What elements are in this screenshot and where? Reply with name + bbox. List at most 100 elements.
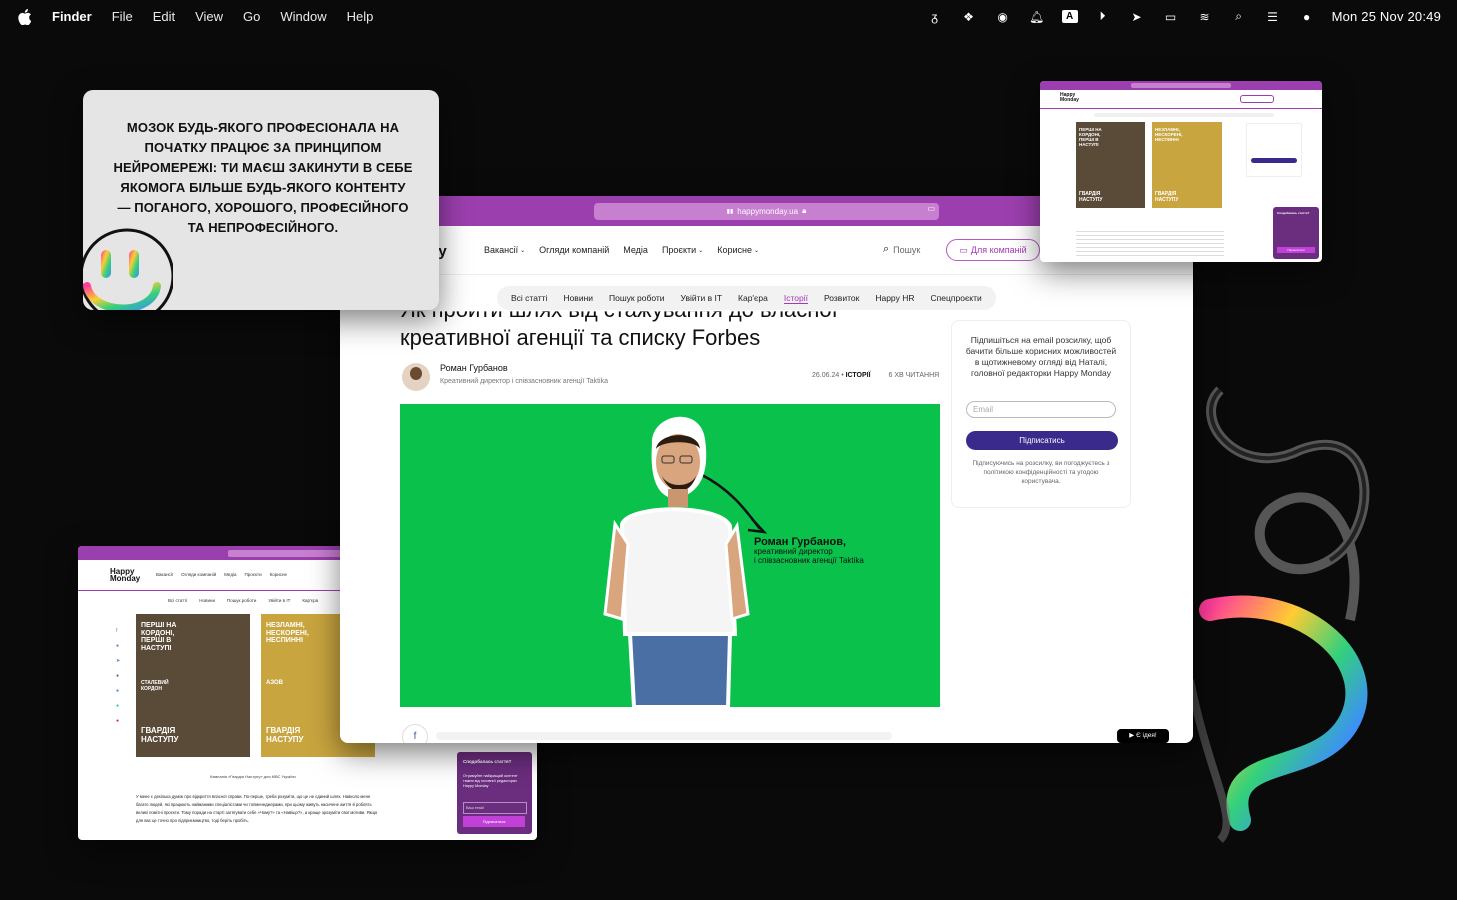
thumb-tab[interactable]: Новини: [199, 598, 215, 603]
bottom-bar: [436, 732, 892, 740]
nav-projects[interactable]: Проєкти: [662, 245, 696, 255]
thumb-tab[interactable]: Всі статті: [168, 598, 187, 603]
notification-icon[interactable]: 🔔︎: [1028, 10, 1046, 24]
popup-text: Отримуйте найкращий контент тижня від го…: [463, 774, 518, 788]
tab-career[interactable]: Кар'єра: [738, 293, 768, 303]
tab-job-search[interactable]: Пошук роботи: [609, 293, 665, 303]
hero-name: Роман Гурбанов,: [754, 536, 847, 548]
tab-all-articles[interactable]: Всі статті: [511, 293, 547, 303]
telegram-icon[interactable]: ➤: [116, 658, 120, 664]
popup-subscribe-button[interactable]: Підписатися: [463, 816, 525, 827]
article-paragraph: У мене є декілька думок про відкриття вл…: [136, 794, 378, 823]
siri-icon[interactable]: ●: [1298, 10, 1316, 24]
menu-edit[interactable]: Edit: [153, 9, 175, 24]
telegram-icon[interactable]: ➤: [1128, 10, 1146, 24]
play-icon[interactable]: ⏵: [1094, 9, 1112, 24]
popup-subscribe-button[interactable]: Підписатися: [1277, 247, 1315, 253]
for-companies-label: Для компаній: [970, 245, 1027, 255]
thumb-tab[interactable]: Увійти в IT: [268, 598, 290, 603]
tab-enter-it[interactable]: Увійти в IT: [681, 293, 723, 303]
thumbnail-window-right[interactable]: Happy Monday ПЕРШІ НА КОРДОНІ, ПЕРШІ В Н…: [1040, 81, 1322, 262]
wifi-icon[interactable]: ≋: [1196, 10, 1214, 24]
battery-icon[interactable]: ▭: [1162, 10, 1180, 24]
megaphone-icon: ▶: [1129, 732, 1135, 739]
thumb-tabs: [1094, 113, 1274, 117]
newsletter-legal: Підписуючись на розсилку, ви погоджуєтес…: [972, 460, 1110, 485]
poster-image: ПЕРШІ НА КОРДОНІ, ПЕРШІ В НАСТУПІ ГВАРДІ…: [1076, 122, 1145, 208]
browser-window[interactable]: ▮▮ happymonday.ua 🔒︎ ▭ yay Вакансії⌄ Огл…: [340, 196, 1193, 743]
nav-company-reviews[interactable]: Огляди компаній: [539, 245, 609, 255]
tab-stories[interactable]: Історії: [783, 293, 808, 304]
hero-caption: Роман Гурбанов, креативний директор і сп…: [754, 536, 864, 566]
tab-happy-hr[interactable]: Happy HR: [875, 293, 914, 303]
tab-special-projects[interactable]: Спецпроєкти: [931, 293, 982, 303]
wallpaper-swirl: [1186, 386, 1370, 843]
poster-headline: ПЕРШІ НА КОРДОНІ, ПЕРШІ В НАСТУПІ: [141, 622, 177, 653]
menu-file[interactable]: File: [112, 9, 133, 24]
thumb-sidebar-button[interactable]: [1251, 158, 1297, 163]
image-caption: Кампанія «Гвардія Наступу» для МВС Украї…: [210, 774, 296, 779]
menu-finder[interactable]: Finder: [52, 9, 92, 24]
figma-icon[interactable]: ᵹ: [926, 10, 944, 24]
menu-go[interactable]: Go: [243, 9, 260, 24]
hero-image: Роман Гурбанов, креативний директор і сп…: [400, 404, 940, 707]
nav-vacancies[interactable]: Вакансії: [484, 245, 518, 255]
author-name[interactable]: Роман Гурбанов: [440, 363, 608, 373]
screen-record-icon[interactable]: ◉: [994, 10, 1012, 24]
thumb-tab[interactable]: Пошук роботи: [227, 598, 256, 603]
thumb-nav-item[interactable]: Проєкти: [244, 572, 261, 577]
briefcase-icon: ▭: [959, 244, 968, 255]
site-search[interactable]: ⌕ Пошук: [883, 243, 920, 256]
poster-image: НЕЗЛАМНІ, НЕСКОРЕНІ, НЕСПИННІ ГВАРДІЯ НА…: [1152, 122, 1222, 208]
article-author: Роман Гурбанов Креативний директор і спі…: [402, 363, 608, 391]
thumb-nav-item[interactable]: Огляди компаній: [181, 572, 216, 577]
twitter-icon[interactable]: ●: [116, 688, 120, 694]
popup-email-field[interactable]: Ваш email: [463, 802, 527, 814]
pocket-icon[interactable]: ●: [116, 718, 120, 724]
whatsapp-icon[interactable]: ●: [116, 703, 120, 709]
article-category[interactable]: ІСТОРІЇ: [846, 372, 871, 379]
subscribe-button[interactable]: Підписатись: [966, 431, 1118, 450]
nav-useful[interactable]: Корисне: [717, 245, 752, 255]
input-source-icon[interactable]: A: [1061, 10, 1078, 23]
quote-card[interactable]: МОЗОК БУДЬ-ЯКОГО ПРОФЕСІОНАЛА НА ПОЧАТКУ…: [83, 90, 439, 310]
facebook-icon[interactable]: f: [116, 628, 120, 634]
facebook-share-icon[interactable]: f: [402, 724, 428, 743]
article-date: 26.06.24: [812, 372, 840, 379]
thumb-button[interactable]: [1240, 95, 1274, 103]
messenger-icon[interactable]: ●: [116, 643, 120, 649]
thumb-article-text: [1076, 231, 1224, 259]
tab-development[interactable]: Розвиток: [824, 293, 859, 303]
address-bar[interactable]: ▮▮ happymonday.ua 🔒︎: [594, 202, 939, 220]
menu-bar: Finder File Edit View Go Window Help ᵹ ❖…: [0, 0, 1457, 33]
thumb-tab[interactable]: Кар'єра: [302, 598, 318, 603]
thumb-logo[interactable]: Happy Monday: [110, 568, 140, 583]
control-center-icon[interactable]: ☰: [1264, 10, 1282, 24]
menu-help[interactable]: Help: [347, 9, 374, 24]
url-text: happymonday.ua: [737, 206, 799, 216]
extension-icon[interactable]: ▭: [927, 204, 935, 213]
thumb-nav-item[interactable]: Вакансії: [156, 572, 173, 577]
avatar[interactable]: [402, 363, 430, 391]
apple-icon[interactable]: [18, 8, 32, 25]
nav-media[interactable]: Медіа: [623, 245, 648, 255]
hero-role-line1: креативний директор: [754, 547, 833, 556]
tab-news[interactable]: Новини: [563, 293, 593, 303]
share-sidebar: f ● ➤ ● ● ● ●: [116, 628, 120, 724]
clock[interactable]: Mon 25 Nov 20:49: [1332, 9, 1441, 24]
menu-window[interactable]: Window: [280, 9, 326, 24]
thumb-nav-item[interactable]: Корисне: [270, 572, 287, 577]
poster-brand: ГВАРДІЯ НАСТУПУ: [141, 726, 179, 745]
spotlight-search-icon[interactable]: ⌕: [1230, 9, 1248, 24]
poster-brand: ГВАРДІЯ НАСТУПУ: [1155, 191, 1179, 203]
email-field[interactable]: Email: [966, 401, 1116, 418]
poster-subtitle: АЗОВ: [266, 680, 284, 686]
thumb-nav-item[interactable]: Медіа: [224, 572, 236, 577]
subscribe-popup: Сподобалась стаття? Отримуйте найкращий …: [457, 752, 532, 834]
for-companies-button[interactable]: ▭ Для компаній: [946, 239, 1040, 261]
menu-view[interactable]: View: [195, 9, 223, 24]
idea-button[interactable]: ▶ Є ідея!: [1117, 729, 1169, 743]
thumb-logo[interactable]: Happy Monday: [1060, 93, 1080, 103]
viber-icon[interactable]: ●: [116, 673, 120, 679]
dropbox-icon[interactable]: ❖: [960, 10, 978, 24]
